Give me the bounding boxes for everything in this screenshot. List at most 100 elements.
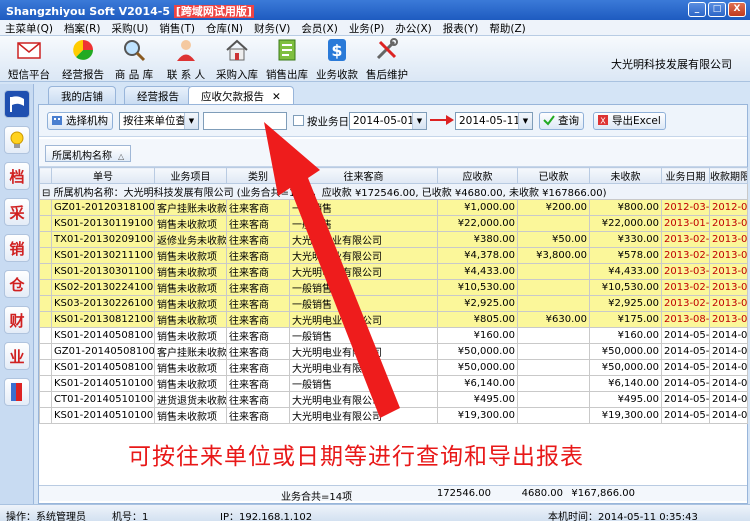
product-search-icon <box>124 40 146 62</box>
table-row[interactable]: KS01-201405081001 销售未收款项 往来客商 一般销售 ¥160.00 ¥1… <box>39 327 748 344</box>
sidebar-business-button[interactable]: 业 <box>4 342 30 370</box>
cell-party: 大光明电业有限公司 <box>289 231 438 248</box>
toolbar-report-button[interactable]: 经营报告 <box>60 38 106 82</box>
date-from-picker[interactable]: 2014-05-01 ▼ <box>349 112 427 130</box>
export-excel-button[interactable]: X 导出Excel <box>593 112 666 130</box>
menu-report[interactable]: 报表(Y) <box>438 20 485 35</box>
col-header[interactable]: 单号 <box>51 167 155 184</box>
cell-party: 大光明电业有限公司 <box>289 247 438 264</box>
table-row[interactable]: KS01-201308121001 销售未收款项 往来客商 大光明电业有限公司 ¥805… <box>39 311 748 328</box>
table-row[interactable]: KS01-201405081002 销售未收款项 往来客商 大光明电业有限公司 ¥50,… <box>39 359 748 376</box>
toolbar-sms-button[interactable]: 短信平台 <box>6 38 52 82</box>
col-header[interactable]: 业务日期 <box>661 167 710 184</box>
sidebar-exit-button[interactable] <box>4 378 30 406</box>
sidebar-flag-button[interactable] <box>4 90 30 118</box>
col-header[interactable]: 类别 <box>226 167 290 184</box>
col-header[interactable]: 往来客商 <box>289 167 438 184</box>
col-header[interactable]: 业务项目 <box>154 167 227 184</box>
toolbar-maintenance-button[interactable]: 售后维护 <box>364 38 410 82</box>
toolbar-payment-button[interactable]: $ 业务收款 <box>314 38 360 82</box>
menu-warehouse[interactable]: 仓库(N) <box>201 20 249 35</box>
cell-date: 2014-05-08 <box>661 359 710 376</box>
cell-no: GZ01-201405081001 <box>51 343 155 360</box>
menu-main[interactable]: 主菜单(Q) <box>0 20 59 35</box>
table-row[interactable]: KS03-201302261001 销售未收款项 往来客商 一般销售 ¥2,925.00… <box>39 295 748 312</box>
summary-row: 业务合共=14项 172546.00 4680.00 ¥167,866.00 <box>39 485 747 503</box>
cell-due: 2014-05-18 <box>709 327 748 344</box>
select-org-button[interactable]: 选择机构 <box>47 112 113 130</box>
cell-party: 一般销售 <box>289 199 438 216</box>
svg-text:X: X <box>600 117 606 126</box>
date-to-picker[interactable]: 2014-05-11 ▼ <box>455 112 533 130</box>
query-button[interactable]: 查询 <box>539 112 584 130</box>
close-button[interactable]: X <box>728 2 746 17</box>
toolbar-contact-button[interactable]: 联 系 人 <box>163 38 209 82</box>
menu-archive[interactable]: 档案(R) <box>59 20 107 35</box>
sidebar-sales-button[interactable]: 销 <box>4 234 30 262</box>
cell-unpaid: ¥330.00 <box>589 231 662 248</box>
table-row[interactable]: KS01-201303011001 销售未收款项 往来客商 大光明电业有限公司 ¥4,4… <box>39 263 748 280</box>
table-row[interactable]: GZ01-201203181001客户挂账未收款项往来客商一般销售¥1,000.… <box>39 199 748 216</box>
filter-value-input[interactable] <box>203 112 287 130</box>
cell-party: 一般销售 <box>289 295 438 312</box>
sidebar-finance-button[interactable]: 财 <box>4 306 30 334</box>
col-header[interactable]: 应收款 <box>437 167 518 184</box>
cell-recv: ¥2,925.00 <box>437 295 518 312</box>
minimize-button[interactable]: _ <box>688 2 706 17</box>
cell-recv: ¥50,000.00 <box>437 343 518 360</box>
table-row[interactable]: KS01-201301191001 销售未收款项 往来客商 一般销售 ¥22,000.0… <box>39 215 748 232</box>
filter-field-select[interactable]: 按往来单位查询 ▼ <box>119 112 199 130</box>
menu-sales[interactable]: 销售(T) <box>154 20 201 35</box>
toolbar-sales-out-button[interactable]: 销售出库 <box>264 38 310 82</box>
menu-member[interactable]: 会员(X) <box>296 20 343 35</box>
col-header[interactable]: 未收款 <box>589 167 662 184</box>
group-by-area: 所属机构名称 △ <box>39 139 747 167</box>
menu-purchase[interactable]: 采购(U) <box>106 20 154 35</box>
group-by-tag[interactable]: 所属机构名称 △ <box>45 145 132 162</box>
menu-help[interactable]: 帮助(Z) <box>484 20 531 35</box>
trial-badge: [跨域网试用版] <box>173 5 254 18</box>
cell-recv: ¥50,000.00 <box>437 359 518 376</box>
collapse-icon[interactable]: ⊟ <box>42 188 50 199</box>
tab-close-icon[interactable]: ✕ <box>272 91 281 103</box>
cell-party: 一般销售 <box>289 215 438 232</box>
cell-paid: ¥630.00 <box>517 311 590 328</box>
cell-date: 2012-03-18 <box>661 199 710 216</box>
maximize-button[interactable]: □ <box>708 2 726 17</box>
tab-my-store[interactable]: 我的店铺 <box>48 86 116 104</box>
flag-icon <box>10 96 24 112</box>
toolbar-purchase-in-button[interactable]: 采购入库 <box>214 38 260 82</box>
col-header[interactable]: 已收款 <box>517 167 590 184</box>
by-date-checkbox[interactable] <box>293 115 304 126</box>
cell-party: 大光明电业有限公司 <box>289 359 438 376</box>
table-row[interactable]: KS01-201302111002 销售未收款项 往来客商 大光明电业有限公司 ¥4,3… <box>39 247 748 264</box>
cell-date: 2014-05-10 <box>661 391 710 408</box>
menu-office[interactable]: 办公(X) <box>390 20 437 35</box>
cell-due: 2014-05-18 <box>709 359 748 376</box>
cell-cat: 往来客商 <box>226 263 290 280</box>
tab-receivables-report[interactable]: 应收欠款报告 ✕ <box>188 86 294 104</box>
col-header[interactable]: 收款期限 <box>709 167 748 184</box>
warehouse-icon: 仓 <box>9 275 25 294</box>
table-row[interactable]: GZ01-201405081001客户挂账未收款项往来客商大光明电业有限公司¥5… <box>39 343 748 360</box>
table-row[interactable]: KS02-201302241001 销售未收款项 往来客商 一般销售 ¥10,530.0… <box>39 279 748 296</box>
date-range-arrow-icon <box>430 115 454 125</box>
sidebar-purchase-button[interactable]: 采 <box>4 198 30 226</box>
table-row[interactable]: TX01-201302091001返修业务未收款项往来客商大光明电业有限公司¥3… <box>39 231 748 248</box>
toolbar-product-button[interactable]: 商 品 库 <box>111 38 157 82</box>
menu-business[interactable]: 业务(P) <box>344 20 391 35</box>
table-row[interactable]: KS01-201405101001 销售未收款项 往来客商 一般销售 ¥6,140.00… <box>39 375 748 392</box>
group-row[interactable]: ⊟ 所属机构名称：大光明科技发展有限公司 (业务合共=14项，应收款 ¥1725… <box>39 183 748 200</box>
sidebar-warehouse-button[interactable]: 仓 <box>4 270 30 298</box>
sidebar-archive-button[interactable]: 档 <box>4 162 30 190</box>
tab-business-report[interactable]: 经营报告 <box>124 86 192 104</box>
table-row[interactable]: CT01-201405101001进货退货未收款项往来客商大光明电业有限公司¥4… <box>39 391 748 408</box>
sidebar-tips-button[interactable] <box>4 126 30 154</box>
cell-no: KS01-201303011001 <box>51 263 155 280</box>
cell-item: 销售未收款项 <box>154 407 227 424</box>
menu-finance[interactable]: 财务(V) <box>249 20 296 35</box>
excel-icon: X <box>598 115 608 126</box>
cell-party: 大光明电业有限公司 <box>289 311 438 328</box>
sales-out-icon <box>278 39 296 61</box>
table-row[interactable]: KS01-201405101002 销售未收款项 往来客商 大光明电业有限公司 ¥19,… <box>39 407 748 424</box>
